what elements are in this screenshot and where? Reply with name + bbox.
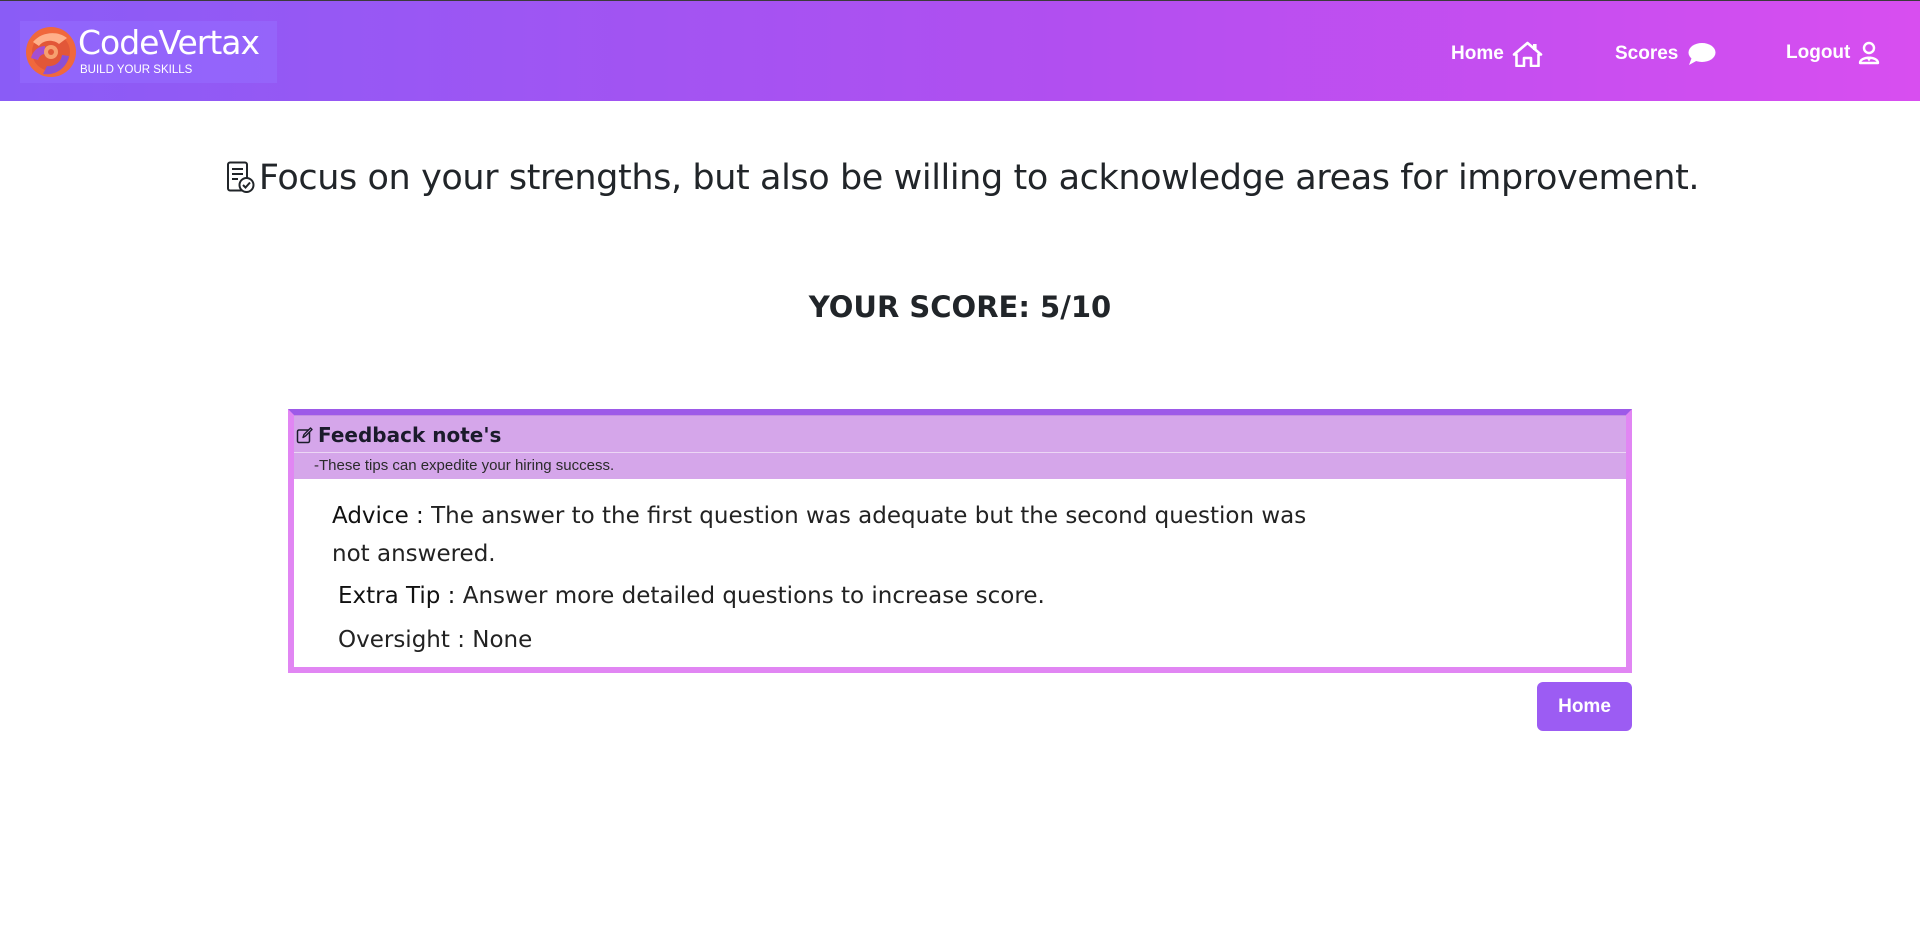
- feedback-body: Advice : The answer to the first questio…: [294, 479, 1626, 659]
- feedback-header: Feedback note's -These tips can expedite…: [294, 415, 1626, 479]
- score-display: YOUR SCORE: 5/10: [808, 290, 1112, 324]
- headline-container: Focus on your strengths, but also be wil…: [225, 158, 1700, 198]
- extra-tip-label: Extra Tip :: [338, 583, 456, 609]
- page-headline: Focus on your strengths, but also be wil…: [258, 158, 1700, 198]
- nav-logout-link[interactable]: Logout: [1786, 41, 1880, 65]
- feedback-subtitle: -These tips can expedite your hiring suc…: [294, 452, 1626, 480]
- nav-logout-label: Logout: [1786, 42, 1851, 63]
- nav-scores-label: Scores: [1615, 43, 1679, 64]
- brand-text: CodeVertax BUILD YOUR SKILLS: [78, 23, 260, 77]
- edit-icon: [296, 426, 313, 444]
- top-navbar: CodeVertax BUILD YOUR SKILLS Home Scores…: [0, 0, 1920, 101]
- home-button[interactable]: Home: [1537, 682, 1632, 731]
- brand-name: CodeVertax: [78, 23, 260, 62]
- oversight-text: Oversight : None: [338, 627, 533, 653]
- headline-row: Focus on your strengths, but also be wil…: [0, 158, 1920, 198]
- nav-home-label: Home: [1451, 43, 1504, 64]
- advice-text: Advice : The answer to the first questio…: [332, 497, 1312, 573]
- clipboard-check-icon: [226, 161, 255, 193]
- brand-logo-link[interactable]: CodeVertax BUILD YOUR SKILLS: [20, 21, 277, 83]
- speech-bubble-icon: [1686, 42, 1716, 66]
- advice-content: The answer to the first question was ade…: [332, 503, 1307, 567]
- feedback-card: Feedback note's -These tips can expedite…: [288, 409, 1632, 673]
- extra-tip-text: Extra Tip : Answer more detailed questio…: [338, 577, 1626, 615]
- feedback-title: Feedback note's: [318, 423, 502, 447]
- feedback-title-row: Feedback note's: [296, 423, 501, 447]
- advice-label: Advice :: [332, 503, 424, 529]
- house-icon: [1512, 41, 1543, 67]
- extra-tip-content: Answer more detailed questions to increa…: [462, 583, 1045, 609]
- nav-scores-link[interactable]: Scores: [1615, 42, 1716, 66]
- user-icon: [1858, 41, 1880, 65]
- codevertax-logo-icon: [26, 27, 76, 77]
- brand-tagline: BUILD YOUR SKILLS: [80, 64, 193, 76]
- nav-home-link[interactable]: Home: [1451, 41, 1543, 67]
